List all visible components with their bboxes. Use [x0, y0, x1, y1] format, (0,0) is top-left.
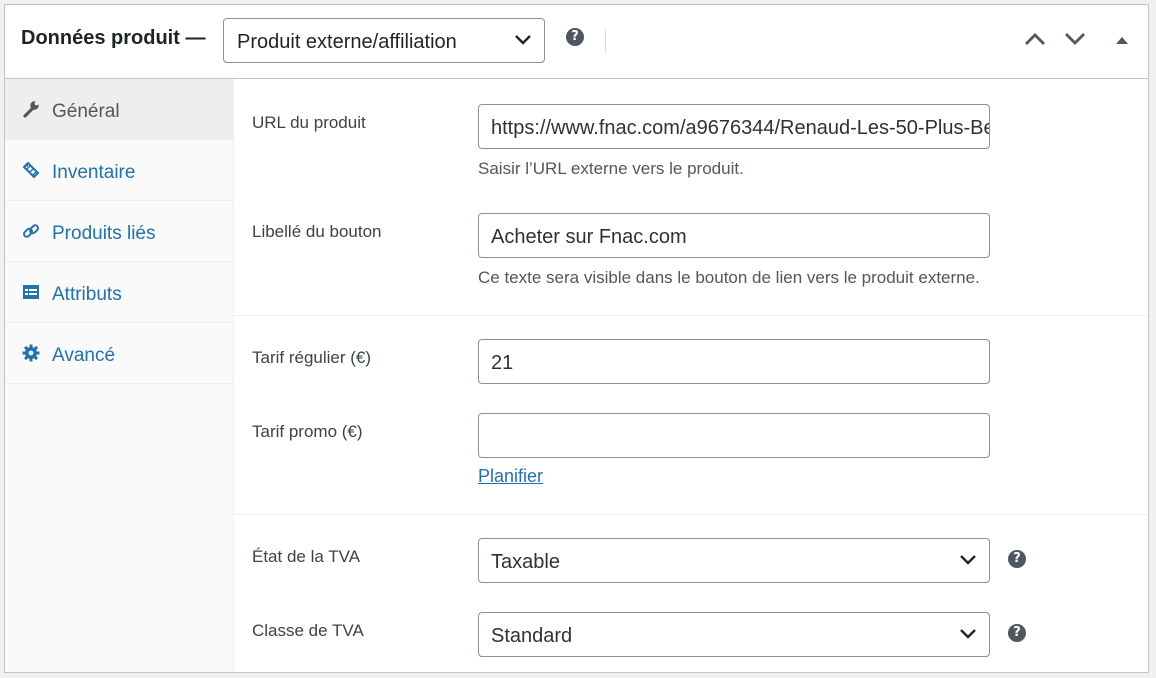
product-url-input[interactable]: https://www.fnac.com/a9676344/Renaud-Les… [478, 104, 990, 149]
tab-advanced[interactable]: Avancé [5, 323, 233, 384]
tab-label: Avancé [52, 345, 116, 366]
product-data-tabs: Général Inventaire Produits liés Attribu… [5, 79, 234, 672]
tag-icon [22, 161, 40, 179]
schedule-link[interactable]: Planifier [478, 466, 543, 487]
tab-label: Produits liés [52, 223, 156, 244]
regular-price-value: 21 [491, 352, 514, 374]
sale-price-input[interactable] [478, 413, 990, 458]
tab-general[interactable]: Général [5, 79, 233, 140]
help-icon[interactable]: ? [1008, 624, 1026, 642]
help-icon[interactable]: ? [1008, 550, 1026, 568]
move-up-icon[interactable] [1023, 31, 1047, 47]
tax-class-label: Classe de TVA [252, 621, 364, 640]
tab-label: Général [52, 101, 120, 122]
help-icon[interactable]: ? [566, 28, 584, 46]
tax-status-value: Taxable [491, 551, 560, 573]
sale-price-label: Tarif promo (€) [252, 422, 363, 441]
metabox-title: Données produit — [21, 27, 206, 49]
product-url-description: Saisir l’URL externe vers le produit. [478, 159, 744, 178]
regular-price-input[interactable]: 21 [478, 339, 990, 384]
tab-linked-products[interactable]: Produits liés [5, 201, 233, 262]
tab-label: Inventaire [52, 162, 136, 183]
wrench-icon [23, 101, 39, 118]
move-down-icon[interactable] [1063, 31, 1087, 47]
chevron-down-icon [960, 629, 976, 639]
button-text-input[interactable]: Acheter sur Fnac.com [478, 213, 990, 258]
list-table-icon [23, 285, 39, 299]
tax-group: État de la TVA Taxable ? Classe de TVA S… [234, 515, 1148, 672]
gear-icon [22, 344, 40, 362]
tab-inventory[interactable]: Inventaire [5, 140, 233, 201]
tab-attributes[interactable]: Attributs [5, 262, 233, 323]
header-divider [605, 29, 606, 53]
general-panel: URL du produit https://www.fnac.com/a967… [234, 79, 1148, 672]
regular-price-label: Tarif régulier (€) [252, 348, 372, 367]
chevron-down-icon [960, 555, 976, 565]
metabox-header: Données produit — Produit externe/affili… [5, 5, 1148, 79]
tab-label: Attributs [52, 284, 122, 305]
tax-class-value: Standard [491, 625, 573, 647]
tax-class-select[interactable]: Standard [478, 612, 990, 657]
product-url-label: URL du produit [252, 113, 366, 132]
link-icon [23, 224, 39, 238]
product-url-value: https://www.fnac.com/a9676344/Renaud-Les… [491, 117, 989, 139]
collapse-toggle-icon[interactable] [1115, 35, 1129, 45]
product-data-metabox: Données produit — Produit externe/affili… [4, 4, 1149, 673]
tax-status-select[interactable]: Taxable [478, 538, 990, 583]
button-text-value: Acheter sur Fnac.com [491, 226, 687, 248]
button-text-description: Ce texte sera visible dans le bouton de … [478, 268, 980, 287]
external-product-group: URL du produit https://www.fnac.com/a967… [234, 79, 1148, 316]
chevron-down-icon [515, 35, 531, 45]
button-text-label: Libellé du bouton [252, 222, 382, 241]
product-type-value: Produit externe/affiliation [237, 31, 457, 53]
tax-status-label: État de la TVA [252, 547, 361, 566]
product-type-select[interactable]: Produit externe/affiliation [223, 18, 545, 63]
pricing-group: Tarif régulier (€) 21 Tarif promo (€) Pl… [234, 316, 1148, 515]
